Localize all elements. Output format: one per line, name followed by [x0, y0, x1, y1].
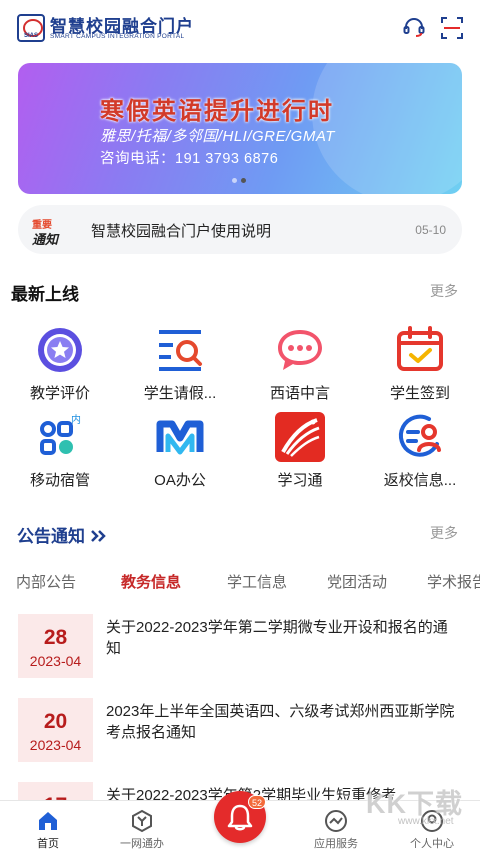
carousel-dot[interactable] [232, 178, 237, 183]
banner-phone: 咨询电话：191 3793 6876 [100, 151, 279, 167]
school-logo: SIAS [17, 14, 45, 42]
app-xuexitong[interactable]: 学习通 [245, 412, 355, 494]
news-item[interactable]: 28 2023-04 关于2022-2023学年第二学期微专业开设和报名的通知 [18, 614, 462, 678]
dorm-grid-icon: 内 [40, 413, 81, 455]
tab-party-activities[interactable]: 党团活动 [327, 571, 387, 592]
header: SIAS 智慧校园融合门户 SMART CAMPUS INTEGRATION P… [0, 0, 480, 58]
tab-academic-affairs[interactable]: 教务信息 [121, 571, 181, 592]
carousel-dot-active[interactable] [241, 178, 246, 183]
notice-text: 智慧校园融合门户使用说明 [91, 223, 272, 240]
app-xiyu-zhongyan[interactable]: 西语中言 [245, 325, 355, 407]
announce-section-title[interactable]: 公告通知 [17, 522, 108, 547]
latest-more-link[interactable]: 更多 [430, 281, 458, 301]
tab-academic-reports[interactable]: 学术报告 [427, 571, 480, 592]
app-services-icon [325, 810, 347, 832]
tab-internal-notice[interactable]: 内部公告 [16, 571, 76, 592]
app-student-leave[interactable]: 学生请假... [125, 325, 235, 407]
nav-home[interactable]: 首页 [0, 801, 96, 853]
app-student-checkin[interactable]: 学生签到 [365, 325, 475, 407]
notice-badge: 重要 通知 [32, 220, 59, 247]
announce-more-link[interactable]: 更多 [430, 523, 458, 543]
promo-banner[interactable]: 寒假英语提升进行时 雅思/托福/多邻国/HLI/GRE/GMAT 咨询电话：19… [18, 63, 462, 194]
bell-icon [227, 804, 253, 831]
hexagon-y-icon [132, 809, 152, 833]
banner-exams: 雅思/托福/多邻国/HLI/GRE/GMAT [100, 128, 335, 145]
notice-date: 05-10 [415, 223, 446, 237]
app-mobile-dorm[interactable]: 内 移动宿管 [5, 412, 115, 494]
news-date: 28 2023-04 [18, 614, 93, 678]
calendar-check-icon [397, 326, 443, 371]
scan-icon[interactable] [440, 16, 464, 40]
app-oa-office[interactable]: OA办公 [125, 412, 235, 494]
person-info-icon [398, 414, 441, 457]
xuexitong-icon [275, 412, 325, 462]
headset-support-icon[interactable] [402, 16, 426, 40]
app-return-school-info[interactable]: 返校信息... [365, 412, 475, 494]
news-title: 关于2022-2023学年第二学期微专业开设和报名的通知 [106, 619, 448, 657]
watermark: KK下载 www.kkx.net [366, 789, 463, 827]
app-teaching-evaluation[interactable]: 教学评价 [5, 325, 115, 407]
banner-title: 寒假英语提升进行时 [100, 99, 334, 125]
news-title: 2023年上半年全国英语四、六级考试郑州西亚斯学院考点报名通知 [106, 703, 455, 741]
star-badge-icon [38, 328, 82, 372]
app-subtitle: SMART CAMPUS INTEGRATION PORTAL [50, 33, 185, 40]
oa-m-icon [156, 420, 204, 455]
double-chevron-right-icon [90, 530, 106, 542]
important-notice[interactable]: 重要 通知 智慧校园融合门户使用说明 05-10 [18, 205, 462, 254]
chat-bubble-icon [278, 330, 322, 370]
carousel-dots[interactable] [232, 178, 246, 183]
tab-student-affairs[interactable]: 学工信息 [227, 571, 287, 592]
unread-badge: 52 [248, 795, 267, 809]
news-item[interactable]: 20 2023-04 2023年上半年全国英语四、六级考试郑州西亚斯学院考点报名… [18, 698, 462, 762]
news-date: 20 2023-04 [18, 698, 93, 762]
latest-section-title: 最新上线 [11, 285, 79, 304]
nav-one-stop-service[interactable]: 一网通办 [94, 801, 190, 853]
search-list-icon [159, 330, 202, 371]
home-icon [39, 812, 57, 830]
